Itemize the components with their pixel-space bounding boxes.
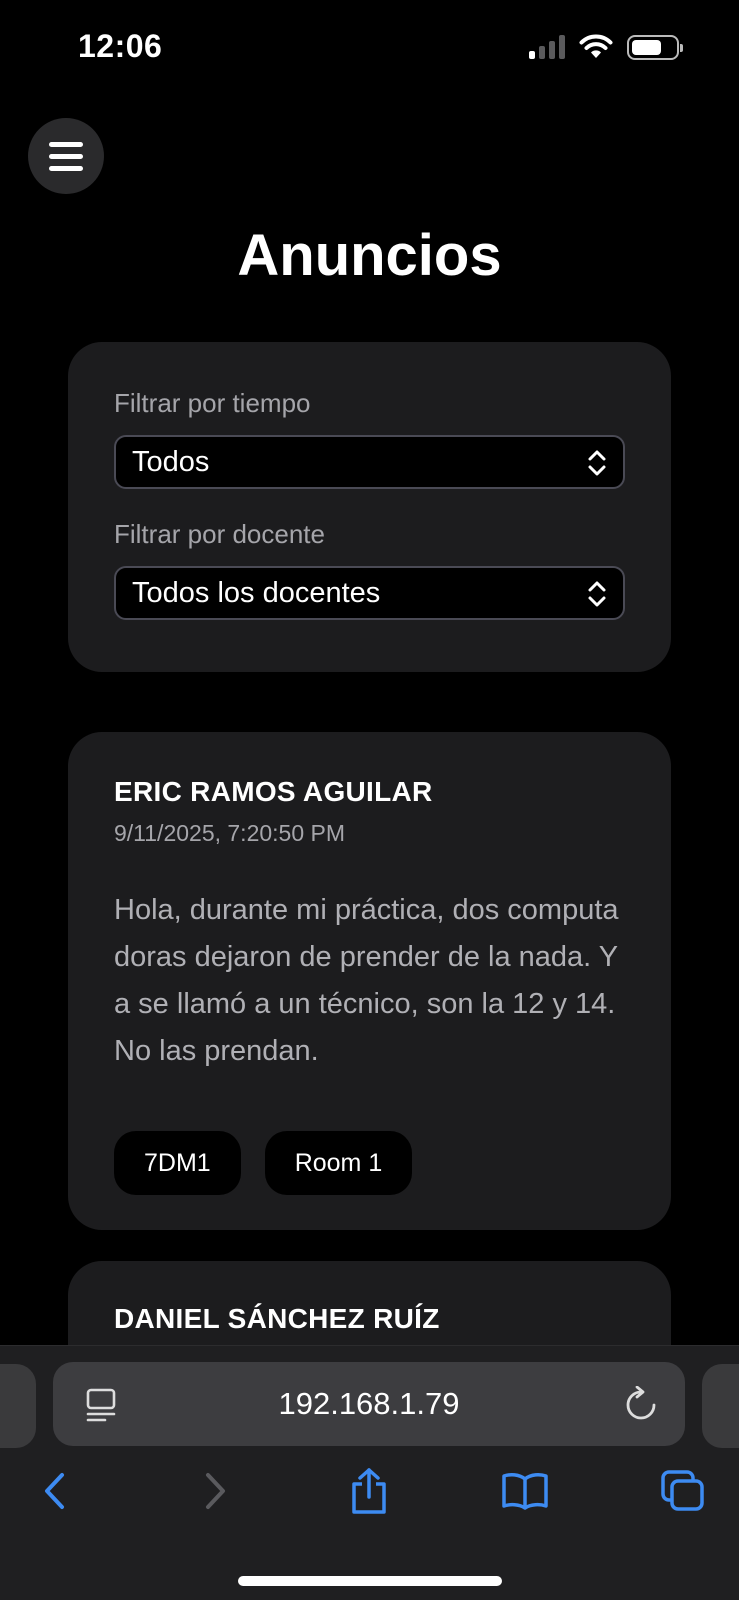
announcement-message: Hola, durante mi práctica, dos computado…	[114, 894, 619, 1067]
hamburger-icon-bar	[49, 165, 83, 171]
announcement-author: ERIC RAMOS AGUILAR	[114, 776, 433, 807]
announcement-author: DANIEL SÁNCHEZ RUÍZ	[114, 1303, 440, 1334]
back-button[interactable]	[30, 1466, 80, 1516]
next-tab-pill[interactable]	[702, 1364, 739, 1448]
time-filter-label: Filtrar por tiempo	[114, 388, 311, 418]
menu-button[interactable]	[28, 118, 104, 194]
browser-toolbar	[0, 1466, 739, 1526]
share-icon	[352, 1468, 386, 1514]
announcement-tags: 7DM1 Room 1	[114, 1131, 625, 1195]
previous-tab-pill[interactable]	[0, 1364, 36, 1448]
filters-card: Filtrar por tiempo Todos Filtrar por doc…	[68, 342, 671, 672]
announcement-card: ERIC RAMOS AGUILAR 9/11/2025, 7:20:50 PM…	[68, 732, 671, 1230]
battery-icon	[627, 34, 683, 60]
cellular-signal-icon	[529, 35, 565, 59]
share-button[interactable]	[344, 1466, 394, 1516]
teacher-filter-value: Todos los docentes	[132, 576, 381, 609]
hamburger-icon-bar	[49, 141, 83, 147]
forward-button[interactable]	[190, 1466, 240, 1516]
page-title: Anuncios	[237, 223, 502, 288]
status-time: 12:06	[78, 28, 163, 64]
chevron-right-icon	[206, 1473, 225, 1509]
time-filter-select[interactable]: Todos	[114, 435, 625, 489]
tabs-button[interactable]	[658, 1466, 708, 1516]
tabs-icon	[661, 1470, 704, 1511]
chevron-left-icon	[45, 1473, 64, 1509]
status-icons	[529, 34, 683, 60]
url-text: 192.168.1.79	[278, 1386, 460, 1421]
wifi-icon	[579, 34, 613, 58]
bookmarks-button[interactable]	[500, 1466, 550, 1516]
select-chevrons-icon	[588, 450, 606, 476]
address-bar[interactable]: 192.168.1.79	[53, 1362, 685, 1446]
tag-group[interactable]: 7DM1	[114, 1131, 241, 1195]
tag-room[interactable]: Room 1	[264, 1131, 413, 1195]
reload-icon[interactable]	[625, 1386, 657, 1422]
book-icon	[502, 1473, 548, 1510]
hamburger-icon-bar	[49, 153, 83, 159]
announcement-date: 9/11/2025, 7:20:50 PM	[114, 820, 346, 846]
home-indicator	[238, 1576, 502, 1586]
select-chevrons-icon	[588, 581, 606, 607]
teacher-filter-label: Filtrar por docente	[114, 519, 325, 549]
time-filter-value: Todos	[132, 445, 210, 478]
teacher-filter-select[interactable]: Todos los docentes	[114, 566, 625, 620]
browser-bottom-bar: 192.168.1.79	[0, 1345, 739, 1600]
